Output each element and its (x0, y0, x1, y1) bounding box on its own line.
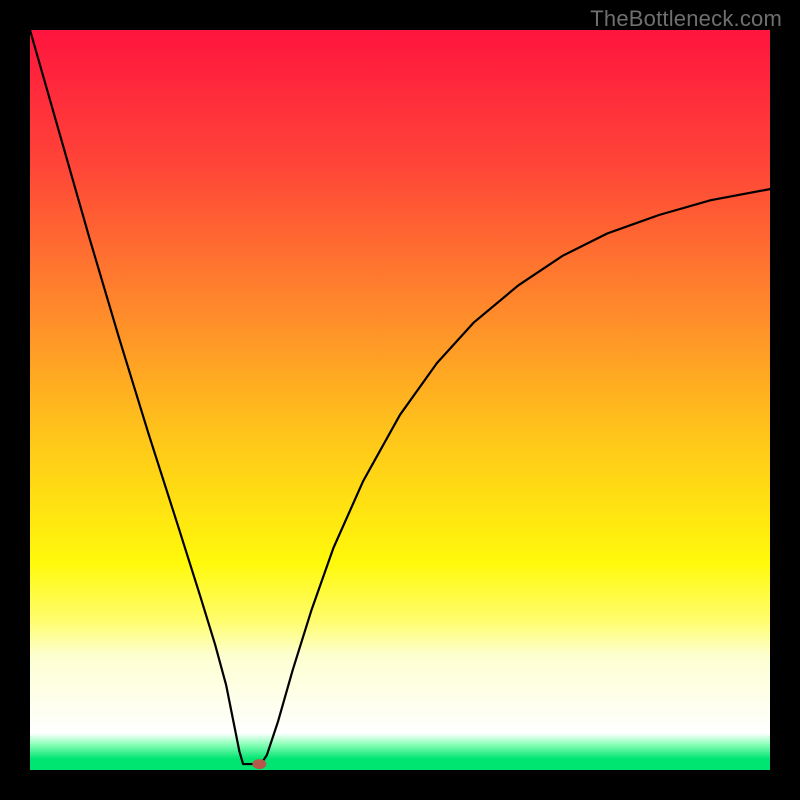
chart-frame: TheBottleneck.com (0, 0, 800, 800)
gradient-background (30, 30, 770, 770)
minimum-marker (252, 759, 266, 769)
plot-area (30, 30, 770, 770)
bottleneck-chart (30, 30, 770, 770)
watermark-text: TheBottleneck.com (590, 6, 782, 32)
